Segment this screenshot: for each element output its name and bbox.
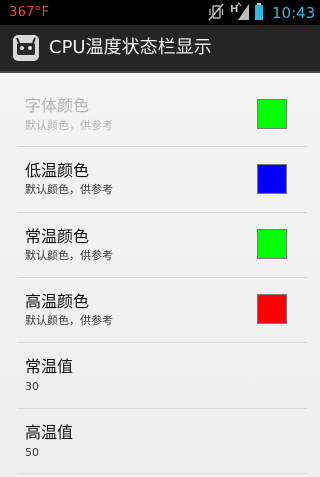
pref-summary: 默认颜色，供参考 bbox=[25, 183, 113, 196]
pref-summary: 默认颜色，供参考 bbox=[25, 314, 113, 327]
clock: 10:43 bbox=[272, 4, 316, 22]
pref-normal-temp-value[interactable]: 常温值 30 bbox=[0, 343, 320, 408]
color-swatch bbox=[257, 229, 287, 259]
pref-summary: 默认颜色，供参考 bbox=[25, 119, 113, 132]
pref-high-temp-color[interactable]: 高温颜色 默认颜色，供参考 bbox=[0, 278, 320, 343]
app-title: CPU温度状态栏显示 bbox=[49, 37, 212, 58]
color-swatch bbox=[257, 164, 287, 194]
app-robot-icon[interactable] bbox=[13, 35, 39, 61]
pref-title: 低温颜色 bbox=[25, 161, 90, 180]
pref-title: 常温值 bbox=[25, 357, 74, 376]
pref-normal-temp-color[interactable]: 常温颜色 默认颜色，供参考 bbox=[0, 213, 320, 278]
pref-high-temp-value[interactable]: 高温值 50 bbox=[0, 409, 320, 474]
preference-list: 字体颜色 默认颜色，供参考 低温颜色 默认颜色，供参考 常温颜色 默认颜色，供参… bbox=[0, 73, 320, 477]
color-swatch bbox=[257, 99, 287, 129]
pref-summary: 30 bbox=[25, 380, 39, 393]
pref-low-temp-color[interactable]: 低温颜色 默认颜色，供参考 bbox=[0, 147, 320, 212]
action-bar: CPU温度状态栏显示 bbox=[0, 25, 320, 73]
color-swatch bbox=[257, 294, 287, 324]
pref-title: 高温值 bbox=[25, 423, 74, 442]
cpu-temperature-readout: 367°F bbox=[9, 5, 50, 20]
status-bar: 367°F H 10:43 bbox=[0, 0, 320, 25]
pref-font-color: 字体颜色 默认颜色，供参考 bbox=[0, 73, 320, 138]
pref-title: 高温颜色 bbox=[25, 292, 90, 311]
pref-title: 字体颜色 bbox=[25, 96, 90, 115]
pref-summary: 默认颜色，供参考 bbox=[25, 249, 113, 262]
divider bbox=[17, 473, 307, 474]
pref-summary: 50 bbox=[25, 446, 39, 459]
pref-title: 常温颜色 bbox=[25, 227, 90, 246]
